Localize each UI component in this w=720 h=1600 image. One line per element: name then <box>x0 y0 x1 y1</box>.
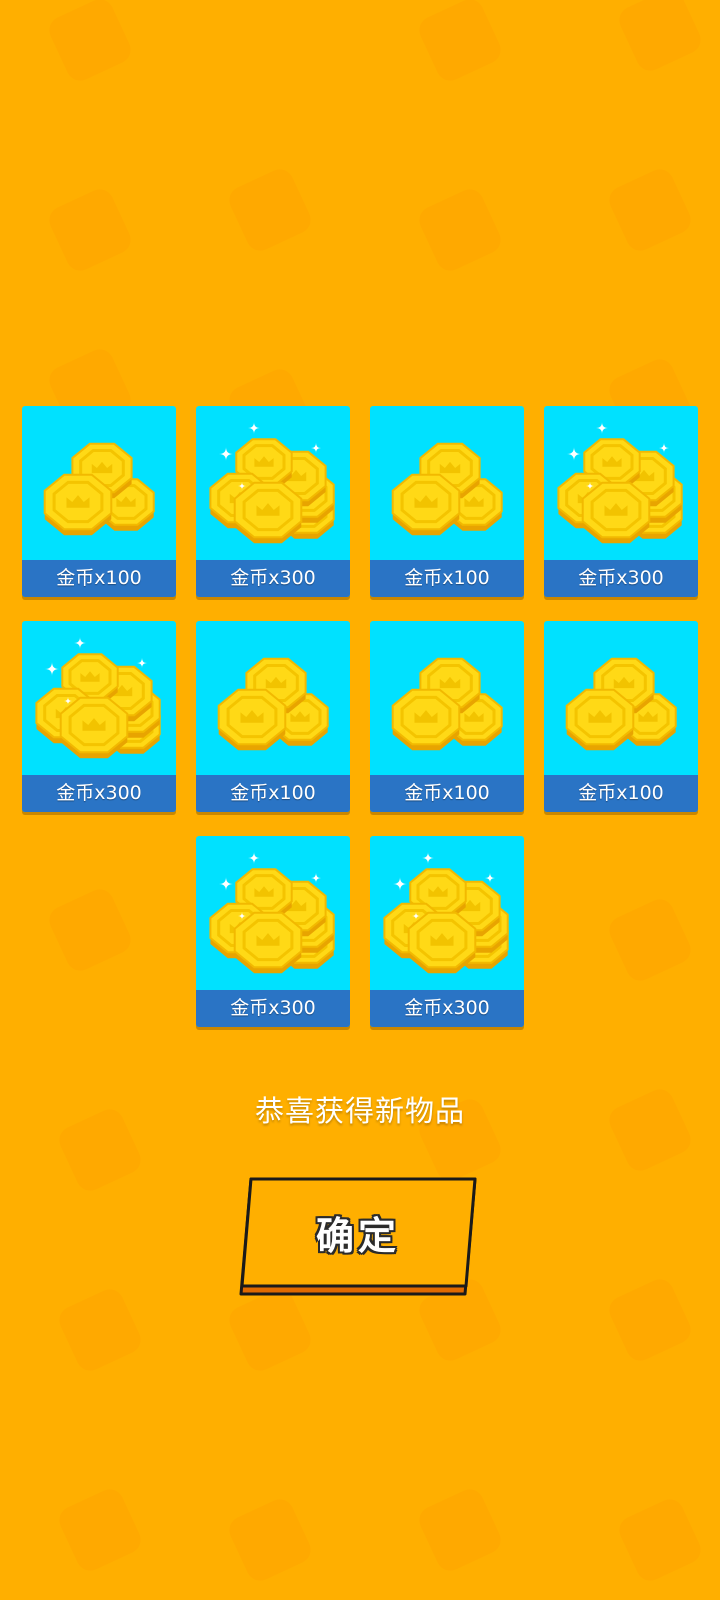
reward-card: 金币x300 <box>196 406 350 597</box>
coin-pile-small-icon <box>370 621 524 775</box>
reward-label: 金币x300 <box>370 990 524 1027</box>
reward-card: 金币x300 <box>370 836 524 1027</box>
confirm-button-label: 确定 <box>315 1214 400 1258</box>
reward-label: 金币x300 <box>544 560 698 597</box>
reward-card: 金币x100 <box>196 621 350 812</box>
coin-pile-large-icon <box>196 406 350 560</box>
coin-pile-large-icon <box>544 406 698 560</box>
reward-message: 恭喜获得新物品 <box>254 1094 465 1128</box>
confirm-button[interactable]: 确定 <box>238 1176 478 1301</box>
coin-pile-small-icon <box>370 406 524 560</box>
coin-pile-large-icon <box>370 836 524 990</box>
coin-pile-large-icon <box>22 621 176 775</box>
coin-pile-small-icon <box>196 621 350 775</box>
reward-card: 金币x100 <box>370 406 524 597</box>
reward-label: 金币x100 <box>370 560 524 597</box>
coin-pile-large-icon <box>196 836 350 990</box>
reward-label: 金币x300 <box>196 990 350 1027</box>
coin-pile-small-icon <box>22 406 176 560</box>
reward-label: 金币x100 <box>370 775 524 812</box>
coin-pile-small-icon <box>544 621 698 775</box>
reward-label: 金币x300 <box>196 560 350 597</box>
reward-label: 金币x100 <box>22 560 176 597</box>
reward-card: 金币x100 <box>22 406 176 597</box>
reward-label: 金币x300 <box>22 775 176 812</box>
reward-card: 金币x100 <box>544 621 698 812</box>
reward-card: 金币x300 <box>196 836 350 1027</box>
reward-card: 金币x300 <box>544 406 698 597</box>
reward-card: 金币x100 <box>370 621 524 812</box>
reward-label: 金币x100 <box>544 775 698 812</box>
reward-card: 金币x300 <box>22 621 176 812</box>
reward-label: 金币x100 <box>196 775 350 812</box>
